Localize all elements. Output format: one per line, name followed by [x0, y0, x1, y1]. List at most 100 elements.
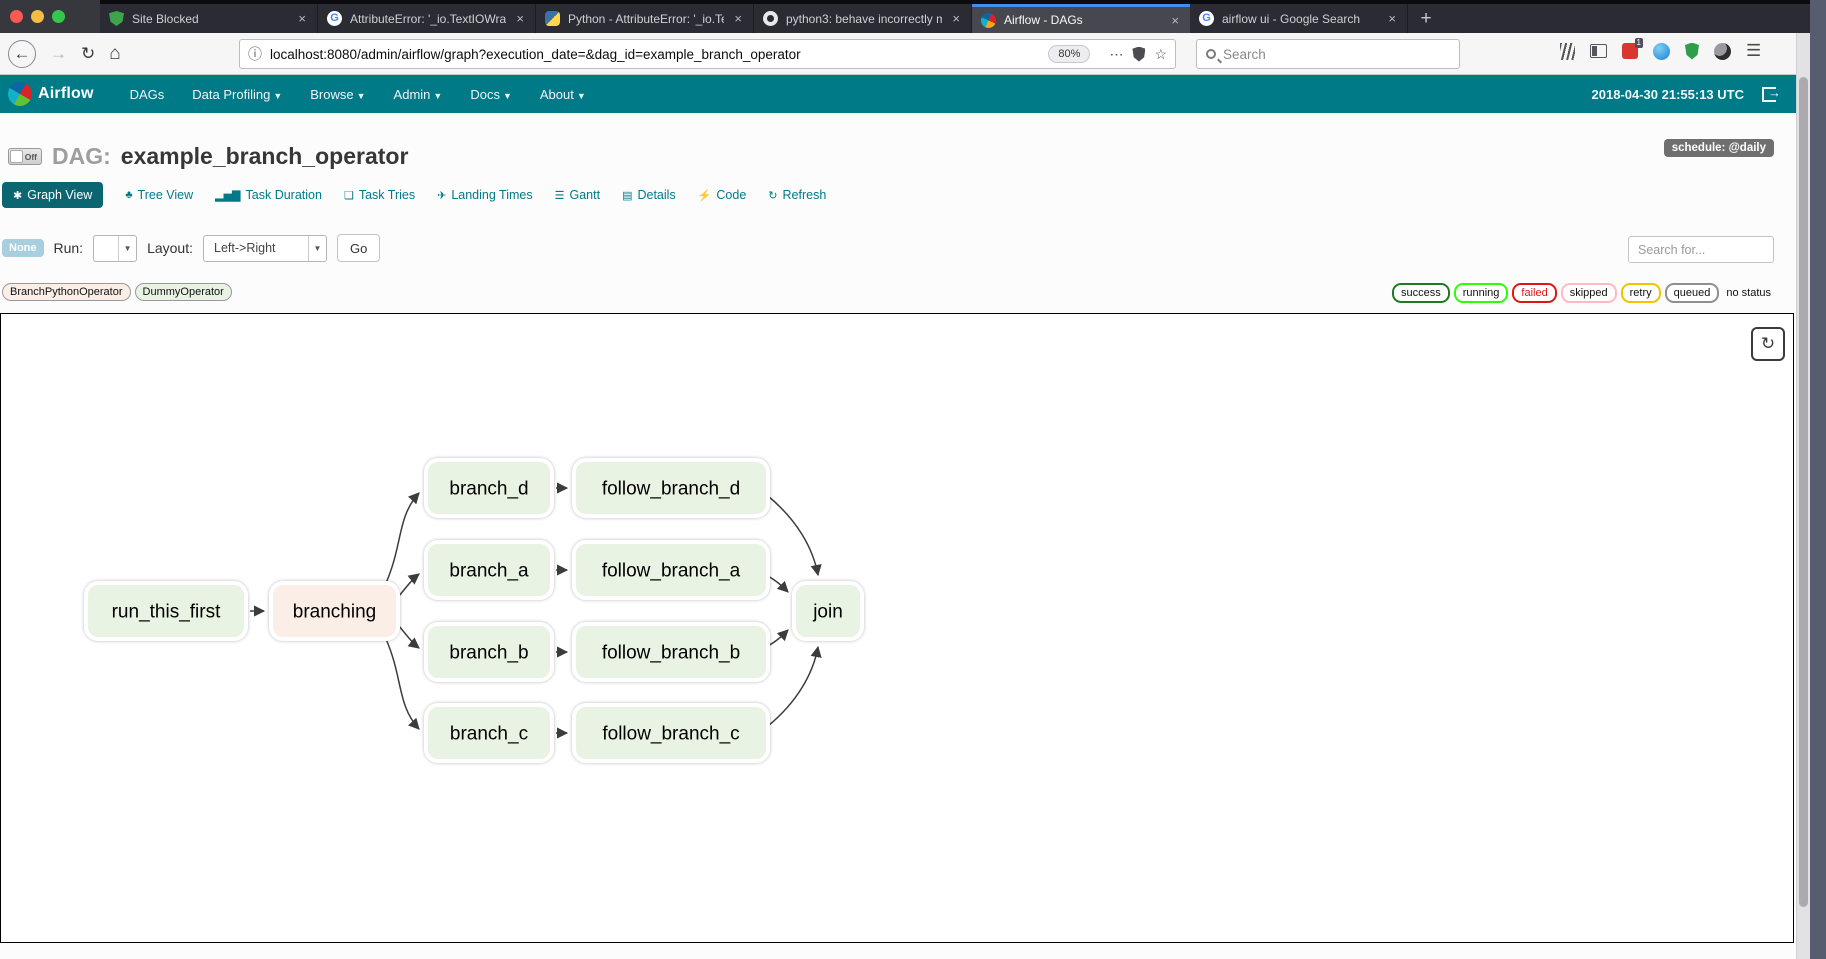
edge-follow_branch_c-to-join: [768, 647, 818, 726]
task-node-follow_branch_d[interactable]: follow_branch_d: [574, 460, 768, 516]
browser-tab-3[interactable]: python3: behave incorrectly mo×: [754, 4, 972, 33]
task-node-run_this_first[interactable]: run_this_first: [86, 583, 246, 639]
bookmark-star-icon[interactable]: ☆: [1154, 46, 1167, 63]
tree-view-icon: ♣: [125, 189, 132, 201]
go-button[interactable]: Go: [337, 234, 380, 262]
zoom-window-button[interactable]: [52, 10, 65, 23]
close-icon[interactable]: ×: [950, 11, 962, 26]
nav-item-dags[interactable]: DAGs: [118, 77, 177, 112]
extension-shield-icon[interactable]: [1685, 43, 1699, 60]
toggle-knob: [10, 150, 23, 163]
dag-pause-toggle[interactable]: Off: [8, 148, 42, 165]
chevron-down-icon: ▼: [273, 91, 282, 101]
minimize-window-button[interactable]: [31, 10, 44, 23]
browser-tab-4[interactable]: Airflow - DAGs×: [972, 4, 1190, 33]
view-button-task-tries[interactable]: ❏Task Tries: [344, 188, 415, 202]
task-node-join[interactable]: join: [794, 583, 862, 639]
close-window-button[interactable]: [10, 10, 23, 23]
edge-branching-to-branch_a: [398, 574, 419, 597]
google-icon: G: [1199, 11, 1214, 26]
reload-button[interactable]: ↻: [81, 44, 95, 64]
task-node-branch_d[interactable]: branch_d: [426, 460, 552, 516]
task-node-label: branch_d: [449, 479, 528, 500]
library-icon[interactable]: [1560, 43, 1575, 60]
view-button-task-duration[interactable]: ▂▅▇ Task Duration: [215, 188, 322, 202]
nav-item-docs[interactable]: Docs▼: [458, 77, 524, 112]
home-button[interactable]: ⌂: [109, 43, 120, 65]
nav-item-data-profiling[interactable]: Data Profiling▼: [180, 77, 294, 112]
sidebar-icon[interactable]: [1590, 44, 1607, 58]
close-icon[interactable]: ×: [1169, 13, 1181, 28]
browser-toolbar: ← → ↻ ⌂ ⓘ localhost:8080/admin/airflow/g…: [0, 33, 1826, 75]
task-node-branch_c[interactable]: branch_c: [426, 705, 552, 761]
view-button-landing-times[interactable]: ✈Landing Times: [437, 188, 533, 202]
task-node-branch_b[interactable]: branch_b: [426, 624, 552, 680]
url-text[interactable]: localhost:8080/admin/airflow/graph?execu…: [270, 47, 1048, 62]
utc-clock: 2018-04-30 21:55:13 UTC: [1592, 87, 1744, 102]
pocket-icon[interactable]: [1132, 47, 1145, 62]
view-button-label: Task Duration: [246, 188, 322, 202]
view-button-tree-view[interactable]: ♣Tree View: [125, 188, 193, 202]
chevron-down-icon: ▼: [433, 91, 442, 101]
view-button-label: Code: [716, 188, 746, 202]
browser-tab-5[interactable]: Gairflow ui - Google Search×: [1190, 4, 1408, 33]
back-button[interactable]: ←: [8, 40, 36, 68]
browser-tab-bar: Site Blocked×GAttributeError: '_io.TextI…: [0, 0, 1826, 33]
layout-select[interactable]: Left->Right ▼: [203, 235, 327, 262]
view-button-label: Refresh: [783, 188, 827, 202]
browser-tab-0[interactable]: Site Blocked×: [100, 4, 318, 33]
browser-search-input[interactable]: Search: [1196, 39, 1460, 69]
dag-title: example_branch_operator: [121, 143, 409, 170]
chevron-down-icon: ▼: [308, 236, 326, 261]
view-button-gantt[interactable]: ☰Gantt: [555, 188, 600, 202]
zoom-level-badge[interactable]: 80%: [1048, 45, 1090, 63]
close-icon[interactable]: ×: [732, 11, 744, 26]
view-button-refresh[interactable]: ↻Refresh: [768, 188, 826, 202]
extension-orbs-icon[interactable]: [1714, 43, 1731, 60]
chevron-down-icon: ▼: [357, 91, 366, 101]
extension-downloader-icon[interactable]: [1622, 43, 1638, 59]
nav-item-browse[interactable]: Browse▼: [298, 77, 377, 112]
page-actions-icon[interactable]: ⋯: [1109, 46, 1123, 63]
scrollbar[interactable]: [1796, 33, 1810, 959]
python-icon: [545, 11, 560, 26]
close-icon[interactable]: ×: [514, 11, 526, 26]
task-search-input[interactable]: Search for...: [1628, 236, 1774, 263]
extension-blue-icon[interactable]: [1653, 43, 1670, 60]
airflow-brand[interactable]: Airflow: [8, 82, 94, 106]
view-button-label: Landing Times: [451, 188, 532, 202]
chevron-down-icon: ▼: [503, 91, 512, 101]
forward-button[interactable]: →: [50, 44, 67, 64]
scrollbar-thumb[interactable]: [1799, 77, 1808, 907]
run-select[interactable]: ▼: [93, 235, 137, 262]
nav-item-admin[interactable]: Admin▼: [382, 77, 455, 112]
view-button-graph-view[interactable]: ✱Graph View: [2, 182, 103, 208]
nav-item-about[interactable]: About▼: [528, 77, 598, 112]
graph-refresh-button[interactable]: ↻: [1751, 327, 1785, 361]
view-button-label: Graph View: [27, 188, 92, 202]
logout-icon[interactable]: [1762, 87, 1776, 102]
view-button-code[interactable]: ⚡Code: [698, 188, 747, 202]
close-icon[interactable]: ×: [296, 11, 308, 26]
run-label: Run:: [54, 240, 84, 256]
browser-tab-1[interactable]: GAttributeError: '_io.TextIOWrapp×: [318, 4, 536, 33]
dag-graph-canvas[interactable]: run_this_first branching branch_d branch_ab…: [0, 313, 1794, 943]
task-node-follow_branch_b[interactable]: follow_branch_b: [574, 624, 768, 680]
search-placeholder: Search: [1223, 47, 1266, 62]
task-duration-icon: ▂▅▇: [215, 189, 240, 202]
site-info-icon[interactable]: ⓘ: [248, 44, 262, 64]
menu-icon[interactable]: ☰: [1746, 41, 1761, 61]
github-icon: [763, 11, 778, 26]
url-bar[interactable]: ⓘ localhost:8080/admin/airflow/graph?exe…: [239, 39, 1176, 69]
task-node-branch_a[interactable]: branch_a: [426, 542, 552, 598]
task-node-label: branching: [293, 602, 376, 623]
search-icon: [1206, 49, 1216, 59]
new-tab-button[interactable]: +: [1408, 4, 1444, 33]
task-node-follow_branch_c[interactable]: follow_branch_c: [574, 705, 768, 761]
browser-tab-2[interactable]: Python - AttributeError: '_io.Tex×: [536, 4, 754, 33]
close-icon[interactable]: ×: [1386, 11, 1398, 26]
view-button-details[interactable]: ▤Details: [622, 188, 676, 202]
status-legend-no-status: no status: [1723, 285, 1774, 301]
task-node-branching[interactable]: branching: [271, 583, 398, 639]
task-node-follow_branch_a[interactable]: follow_branch_a: [574, 542, 768, 598]
